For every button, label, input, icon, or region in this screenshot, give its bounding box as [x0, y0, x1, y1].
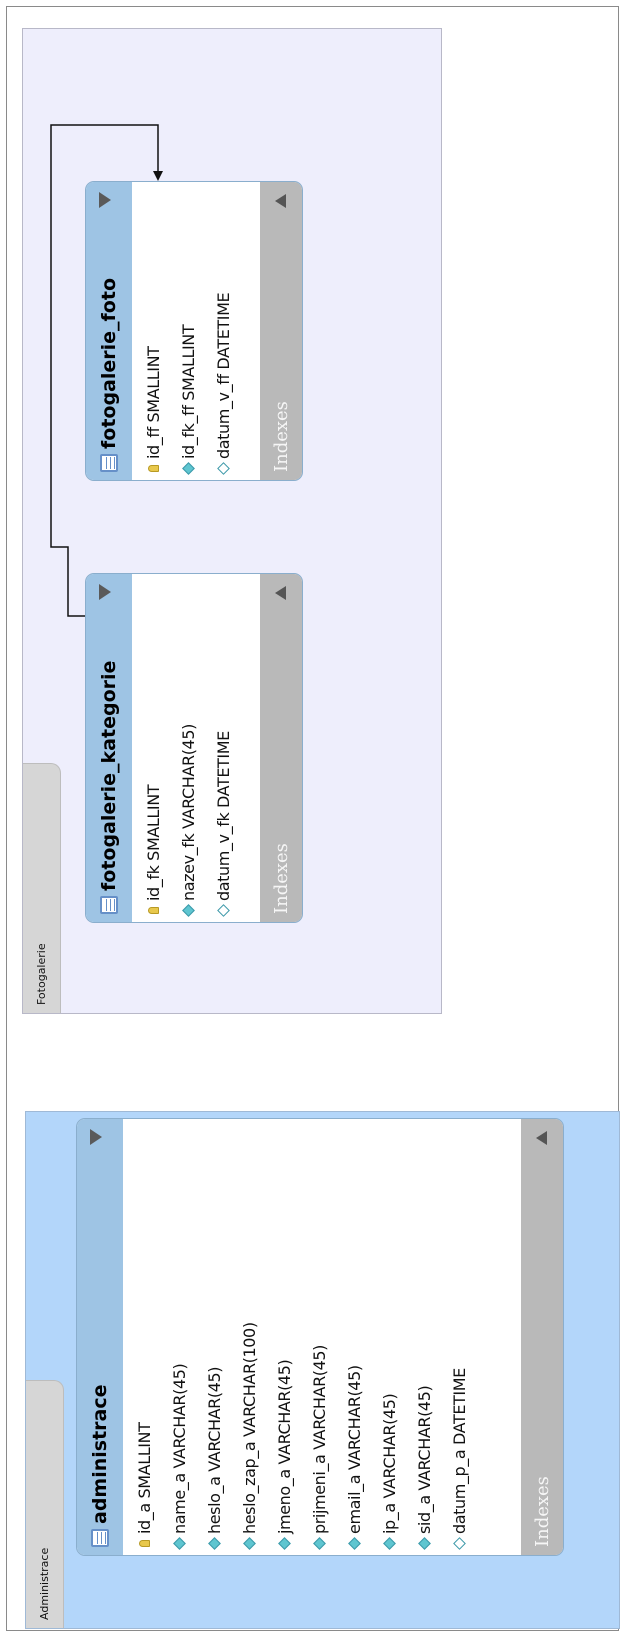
column-diamond-filled-icon — [383, 1537, 396, 1551]
column-diamond-filled-icon — [313, 1537, 326, 1551]
column-label: jmeno_a VARCHAR(45) — [275, 1359, 294, 1534]
column-row[interactable]: sid_a VARCHAR(45) — [407, 1119, 442, 1551]
column-row[interactable]: ip_a VARCHAR(45) — [372, 1119, 407, 1551]
expand-triangle-icon[interactable] — [536, 1131, 547, 1145]
indexes-label: Indexes — [531, 1476, 553, 1547]
column-diamond-filled-icon — [418, 1537, 431, 1551]
column-row[interactable]: email_a VARCHAR(45) — [337, 1119, 372, 1551]
column-diamond-filled-icon — [243, 1537, 256, 1551]
layer-fotogalerie[interactable]: Fotogalerie fotogalerie_kategorie id_fk … — [22, 28, 442, 1014]
table-name: administrace — [89, 1384, 111, 1524]
column-diamond-empty-icon — [453, 1537, 466, 1551]
column-label: sid_a VARCHAR(45) — [415, 1385, 434, 1534]
column-label: id_a SMALLINT — [135, 1422, 154, 1535]
column-label: heslo_zap_a VARCHAR(100) — [240, 1322, 259, 1534]
relationship-line[interactable] — [50, 124, 159, 617]
column-diamond-filled-icon — [348, 1537, 361, 1551]
column-label: email_a VARCHAR(45) — [345, 1365, 364, 1534]
column-row[interactable]: heslo_a VARCHAR(45) — [197, 1119, 232, 1551]
column-diamond-filled-icon — [208, 1537, 221, 1551]
column-label: datum_p_a DATETIME — [450, 1368, 469, 1534]
column-label: name_a VARCHAR(45) — [170, 1363, 189, 1534]
table-administrace[interactable]: administrace id_a SMALLINT name_a VARCHA… — [76, 1118, 564, 1556]
column-list: id_a SMALLINT name_a VARCHAR(45) heslo_a… — [123, 1119, 477, 1555]
column-diamond-filled-icon — [173, 1537, 186, 1551]
collapse-triangle-icon[interactable] — [90, 1129, 102, 1145]
column-row[interactable]: name_a VARCHAR(45) — [162, 1119, 197, 1551]
layer-tab-administrace[interactable]: Administrace — [26, 1380, 64, 1628]
table-icon — [91, 1529, 109, 1547]
primary-key-icon — [139, 1540, 150, 1548]
column-row[interactable]: jmeno_a VARCHAR(45) — [267, 1119, 302, 1551]
relationship-connector[interactable] — [23, 27, 443, 1013]
column-row[interactable]: heslo_zap_a VARCHAR(100) — [232, 1119, 267, 1551]
layer-administrace[interactable]: Administrace administrace id_a SMALLINT … — [25, 1111, 620, 1629]
column-label: ip_a VARCHAR(45) — [380, 1393, 399, 1534]
column-row[interactable]: id_a SMALLINT — [127, 1119, 162, 1551]
indexes-section[interactable]: Indexes — [521, 1119, 563, 1555]
column-diamond-filled-icon — [278, 1537, 291, 1551]
column-label: heslo_a VARCHAR(45) — [205, 1366, 224, 1534]
column-row[interactable]: prijmeni_a VARCHAR(45) — [302, 1119, 337, 1551]
table-header[interactable]: administrace — [77, 1119, 123, 1555]
arrowhead-icon — [153, 171, 163, 181]
column-row[interactable]: datum_p_a DATETIME — [442, 1119, 477, 1551]
column-label: prijmeni_a VARCHAR(45) — [310, 1344, 329, 1534]
